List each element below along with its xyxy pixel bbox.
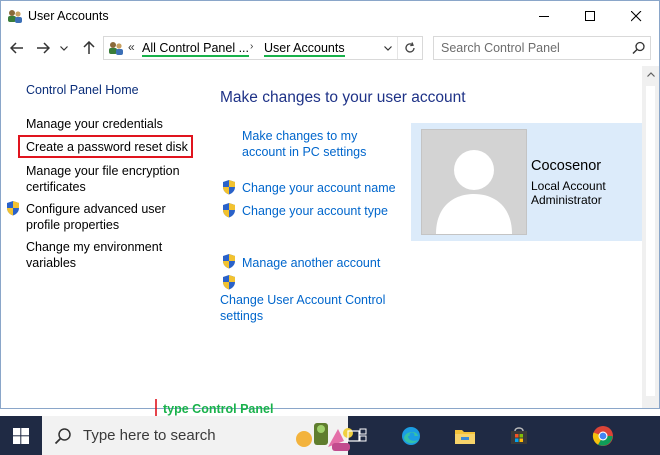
account-type: Local Account	[531, 179, 606, 193]
back-button[interactable]	[7, 38, 27, 58]
store-button[interactable]	[498, 416, 540, 455]
uac-shield-icon	[223, 275, 235, 290]
link-line-2: settings	[220, 309, 264, 323]
uac-shield-icon	[223, 203, 235, 218]
user-accounts-icon	[109, 42, 123, 55]
user-accounts-window: User Accounts « All Control Panel ... › …	[0, 0, 660, 409]
arrow-right-icon	[37, 42, 50, 54]
breadcrumb-all-control-panel[interactable]: All Control Panel ...	[142, 41, 249, 57]
manage-another-account-link[interactable]: Manage another account	[242, 255, 380, 271]
breadcrumb-user-accounts[interactable]: User Accounts	[264, 41, 345, 57]
taskbar: Type here to search	[0, 416, 660, 455]
edge-button[interactable]	[390, 416, 432, 455]
overflow-chevron[interactable]: «	[128, 40, 135, 54]
taskbar-search-box[interactable]: Type here to search	[42, 416, 353, 455]
link-line-1: Change my environment	[26, 240, 163, 254]
configure-advanced-profile-link[interactable]: Configure advanced user profile properti…	[26, 201, 166, 233]
chrome-button[interactable]	[582, 416, 624, 455]
avatar	[421, 129, 527, 235]
task-view-icon	[347, 428, 367, 442]
chevron-down-icon	[384, 45, 392, 51]
chrome-icon	[592, 425, 613, 446]
scroll-thumb[interactable]	[646, 86, 655, 396]
chevron-down-icon	[60, 45, 68, 51]
store-icon	[511, 426, 527, 444]
forward-button[interactable]	[33, 38, 53, 58]
manage-file-encryption-link[interactable]: Manage your file encryption certificates	[26, 163, 180, 195]
create-password-reset-disk-link[interactable]: Create a password reset disk	[26, 139, 188, 155]
link-line-2: profile properties	[26, 218, 120, 232]
link-line-2: account in PC settings	[242, 145, 367, 159]
maximize-icon	[584, 11, 595, 21]
link-line-2: variables	[26, 256, 77, 270]
link-line-1: Manage your file encryption	[26, 164, 180, 178]
address-dropdown-button[interactable]	[380, 37, 396, 59]
pc-settings-link[interactable]: Make changes to my account in PC setting…	[242, 128, 366, 160]
change-account-name-link[interactable]: Change your account name	[242, 180, 396, 196]
user-accounts-icon	[8, 10, 22, 23]
user-card: Cocosenor Local Account Administrator	[411, 123, 659, 241]
chevron-up-icon	[646, 72, 655, 77]
start-button[interactable]	[0, 416, 42, 455]
maximize-button[interactable]	[567, 1, 613, 32]
title-bar: User Accounts	[1, 1, 659, 32]
left-navigation-pane: Control Panel Home Manage your credentia…	[1, 66, 211, 406]
close-icon	[630, 11, 641, 22]
breadcrumb-separator[interactable]: ›	[250, 41, 253, 52]
file-explorer-button[interactable]	[444, 416, 486, 455]
link-line-1: Make changes to my	[242, 129, 358, 143]
refresh-button[interactable]	[397, 37, 422, 59]
close-button[interactable]	[613, 1, 659, 32]
link-line-2: certificates	[26, 180, 86, 194]
scroll-up-button[interactable]	[642, 66, 659, 83]
uac-shield-icon	[223, 180, 235, 195]
annotation-label: type Control Panel	[163, 402, 274, 416]
link-line-1: Change User Account Control	[220, 293, 386, 307]
change-uac-settings-link[interactable]: Change User Account Control settings	[220, 292, 385, 324]
default-user-icon	[422, 130, 526, 234]
link-line-1: Configure advanced user	[26, 202, 166, 216]
task-view-button[interactable]	[336, 416, 378, 455]
uac-shield-icon	[223, 254, 235, 269]
address-bar[interactable]: « All Control Panel ... › User Accounts	[103, 36, 423, 60]
control-panel-home-link[interactable]: Control Panel Home	[26, 82, 139, 98]
user-name: Cocosenor	[531, 158, 602, 174]
search-icon	[54, 428, 71, 445]
search-box	[433, 36, 651, 60]
arrow-left-icon	[10, 42, 23, 54]
uac-shield-icon	[7, 201, 19, 216]
window-title: User Accounts	[28, 9, 109, 23]
minimize-button[interactable]	[521, 1, 567, 32]
taskbar-search-placeholder: Type here to search	[83, 427, 216, 444]
minimize-icon	[538, 16, 549, 17]
change-account-type-link[interactable]: Change your account type	[242, 203, 388, 219]
search-icon[interactable]	[632, 41, 646, 55]
file-explorer-icon	[455, 429, 475, 444]
manage-credentials-link[interactable]: Manage your credentials	[26, 116, 163, 132]
page-title: Make changes to your user account	[220, 89, 466, 106]
recent-locations-button[interactable]	[57, 38, 71, 58]
refresh-icon	[405, 42, 415, 53]
navigation-bar: « All Control Panel ... › User Accounts	[1, 32, 659, 66]
vertical-scrollbar[interactable]	[642, 66, 659, 408]
account-role: Administrator	[531, 193, 602, 207]
windows-logo-icon	[13, 427, 29, 444]
edge-icon	[402, 426, 420, 445]
change-environment-variables-link[interactable]: Change my environment variables	[26, 239, 162, 271]
up-button[interactable]	[79, 38, 99, 58]
arrow-up-icon	[83, 41, 95, 54]
search-input[interactable]	[434, 37, 631, 59]
